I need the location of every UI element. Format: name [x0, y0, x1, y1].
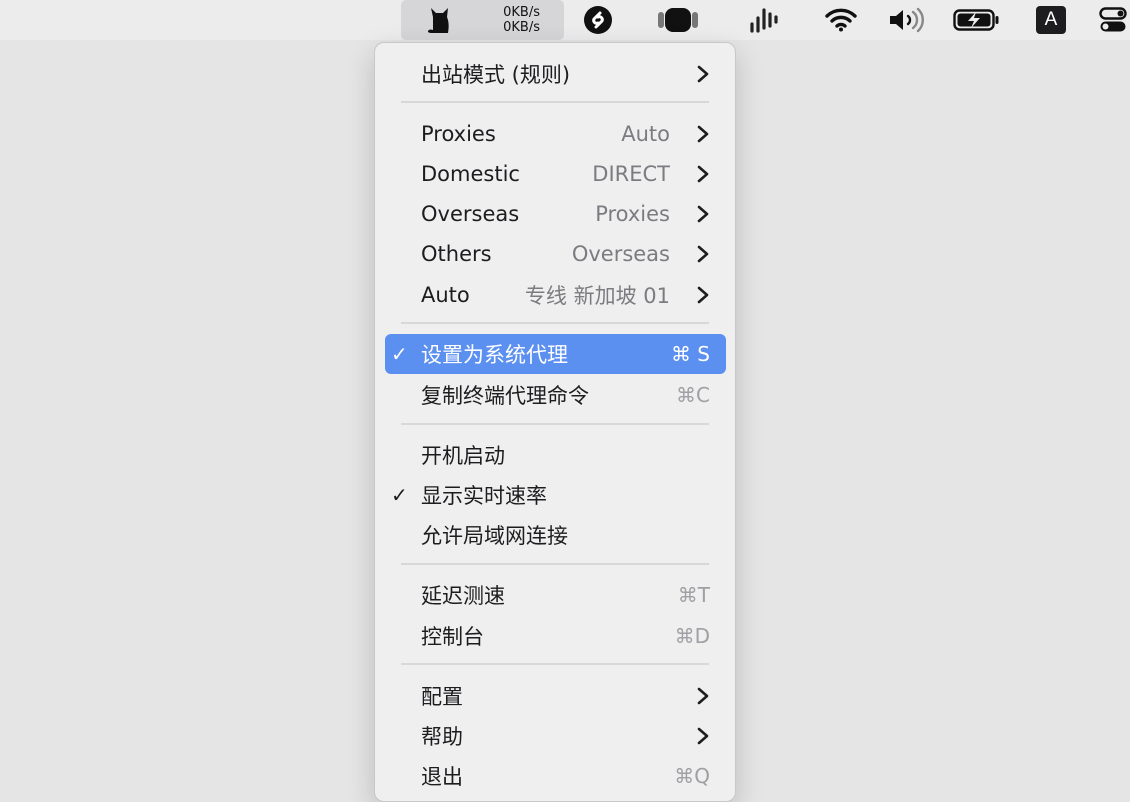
- clashx-dropdown-menu: 出站模式 (规则) Proxies Auto Domestic DIRECT O…: [374, 42, 736, 802]
- menu-item-allow-lan[interactable]: 允许局域网连接: [385, 515, 726, 555]
- control-center-status-item[interactable]: [1098, 0, 1128, 40]
- menu-item-proxy-group[interactable]: Overseas Proxies: [385, 194, 726, 234]
- menu-item-label: 帮助: [421, 725, 463, 749]
- menu-separator: [401, 423, 709, 425]
- menu-item-label: Domestic: [421, 162, 520, 186]
- menu-item-label: Auto: [421, 283, 470, 307]
- volume-status-item[interactable]: [887, 0, 925, 40]
- menu-item-value: DIRECT: [592, 162, 670, 186]
- dynamic-island-icon: [658, 8, 698, 32]
- menu-item-label: 复制终端代理命令: [421, 384, 589, 408]
- cat-icon: [427, 8, 449, 33]
- chevron-right-icon: [697, 125, 709, 143]
- shazam-status-item[interactable]: [582, 0, 614, 40]
- menu-item-label: 控制台: [421, 625, 484, 649]
- menu-separator: [401, 322, 709, 324]
- menu-item-label: 配置: [421, 685, 463, 709]
- menu-item-shortcut: ⌘T: [677, 583, 710, 607]
- menu-item-shortcut: ⌘ S: [670, 342, 710, 366]
- wifi-icon: [825, 8, 857, 32]
- audio-status-item[interactable]: [746, 0, 780, 40]
- menu-item-label: Overseas: [421, 202, 520, 226]
- shazam-icon: [584, 6, 612, 34]
- speed-readout: 0KB/s 0KB/s: [503, 5, 540, 35]
- menu-item-latency-test[interactable]: 延迟测速 ⌘T: [385, 575, 726, 615]
- menu-item-launch-at-login[interactable]: 开机启动: [385, 435, 726, 475]
- menu-item-label: Proxies: [421, 122, 496, 146]
- checkmark-icon: ✓: [391, 483, 408, 507]
- menu-item-show-speed[interactable]: ✓ 显示实时速率: [385, 475, 726, 515]
- download-speed: 0KB/s: [503, 20, 540, 35]
- chevron-right-icon: [697, 165, 709, 183]
- menu-item-proxy-group[interactable]: Domestic DIRECT: [385, 154, 726, 194]
- menu-item-help[interactable]: 帮助: [385, 716, 726, 756]
- chevron-right-icon: [697, 286, 709, 304]
- menu-item-outbound-mode[interactable]: 出站模式 (规则): [385, 54, 726, 94]
- menu-item-label: 显示实时速率: [421, 484, 547, 508]
- menu-item-label: Others: [421, 242, 492, 266]
- chevron-right-icon: [697, 687, 709, 705]
- chevron-right-icon: [697, 65, 709, 83]
- menu-item-set-system-proxy[interactable]: ✓ 设置为系统代理 ⌘ S: [385, 334, 726, 374]
- menu-item-value: Auto: [621, 122, 670, 146]
- menu-item-label: 出站模式 (规则): [421, 63, 571, 87]
- menu-item-shortcut: ⌘Q: [674, 764, 710, 788]
- clashx-status-item[interactable]: 0KB/s 0KB/s: [401, 0, 564, 40]
- menu-item-quit[interactable]: 退出 ⌘Q: [385, 756, 726, 796]
- control-center-icon: [1099, 7, 1127, 32]
- input-source-status-item[interactable]: A: [1035, 0, 1067, 40]
- chevron-right-icon: [697, 727, 709, 745]
- dynamic-island-status-item[interactable]: [656, 0, 700, 40]
- menu-item-proxy-group[interactable]: Auto 专线 新加坡 01: [385, 275, 726, 315]
- audio-waveform-icon: [750, 8, 778, 33]
- menu-item-value: Proxies: [595, 202, 670, 226]
- menu-item-dashboard[interactable]: 控制台 ⌘D: [385, 616, 726, 656]
- battery-status-item[interactable]: [952, 0, 1002, 40]
- menu-item-config[interactable]: 配置: [385, 676, 726, 716]
- menu-item-label: 允许局域网连接: [421, 524, 568, 548]
- menu-item-copy-terminal-command[interactable]: 复制终端代理命令 ⌘C: [385, 375, 726, 415]
- menu-separator: [401, 663, 709, 665]
- menu-item-shortcut: ⌘C: [676, 383, 710, 407]
- menu-bar: 0KB/s 0KB/s A: [0, 0, 1130, 40]
- menu-separator: [401, 101, 709, 103]
- checkmark-icon: ✓: [391, 342, 408, 366]
- menu-item-proxy-group[interactable]: Others Overseas: [385, 234, 726, 274]
- menu-item-shortcut: ⌘D: [674, 624, 710, 648]
- upload-speed: 0KB/s: [503, 5, 540, 20]
- menu-item-value: Overseas: [571, 242, 670, 266]
- menu-item-proxy-group[interactable]: Proxies Auto: [385, 114, 726, 154]
- menu-separator: [401, 563, 709, 565]
- chevron-right-icon: [697, 205, 709, 223]
- menu-item-label: 延迟测速: [421, 584, 505, 608]
- menu-item-value: 专线 新加坡 01: [524, 284, 670, 308]
- wifi-status-item[interactable]: [824, 0, 858, 40]
- menu-item-label: 退出: [421, 765, 463, 789]
- input-source-icon: A: [1036, 6, 1066, 34]
- menu-item-label: 设置为系统代理: [421, 343, 568, 367]
- menu-item-label: 开机启动: [421, 444, 505, 468]
- volume-icon: [890, 7, 924, 33]
- battery-charging-icon: [953, 9, 999, 31]
- chevron-right-icon: [697, 245, 709, 263]
